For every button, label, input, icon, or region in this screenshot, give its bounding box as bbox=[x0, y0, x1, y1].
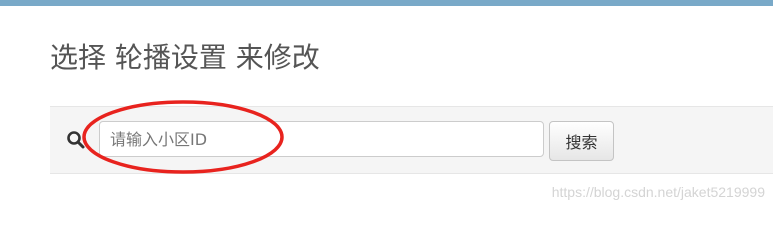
watermark: https://blog.csdn.net/jaket5219999 bbox=[551, 184, 765, 200]
search-icon bbox=[67, 131, 85, 149]
page-title: 选择 轮播设置 来修改 bbox=[50, 41, 320, 74]
search-button[interactable]: 搜索 bbox=[549, 121, 614, 161]
search-input[interactable] bbox=[99, 121, 544, 157]
page: 选择 轮播设置 来修改 搜索 https://blog.csdn.net/jak… bbox=[0, 0, 773, 213]
top-accent-bar bbox=[0, 0, 773, 6]
